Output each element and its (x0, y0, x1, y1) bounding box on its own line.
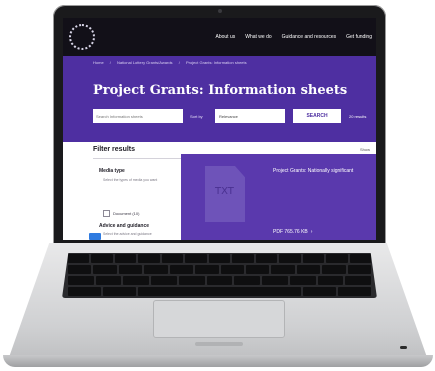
facet-option-label: Document (10) (113, 211, 140, 216)
hero-banner: Home / National Lottery Grants/Awards / … (63, 56, 376, 142)
nav-item-guidance[interactable]: Guidance and resources (282, 34, 336, 40)
chevron-icon: › (310, 229, 313, 235)
facet-note: Select the types of media you want (103, 178, 158, 182)
facet-option[interactable]: Document (10) (103, 210, 139, 217)
nav-item-about[interactable]: About us (216, 34, 236, 40)
breadcrumb-sep: / (109, 60, 111, 65)
camera (218, 9, 222, 13)
search-input[interactable] (93, 109, 183, 123)
page-title: Project Grants: Information sheets (93, 83, 348, 98)
breadcrumb-current: Project Grants: Information sheets (185, 60, 247, 65)
power-indicator (400, 346, 407, 349)
facet-advice[interactable]: Advice and guidance (99, 223, 149, 229)
sort-select[interactable]: Relevance (215, 109, 285, 123)
breadcrumb-home[interactable]: Home (93, 60, 104, 65)
nav-item-funding[interactable]: Get funding (346, 34, 372, 40)
breadcrumb-sep: / (178, 60, 180, 65)
result-title[interactable]: Project Grants: Nationally significant (273, 168, 353, 174)
site-header: About us What we do Guidance and resourc… (63, 18, 376, 56)
filter-toggle[interactable]: Show (360, 147, 370, 152)
laptop-screen: About us What we do Guidance and resourc… (63, 18, 376, 240)
sort-value: Relevance (219, 113, 238, 119)
keyboard (62, 253, 377, 298)
result-file-info: PDF 765.76 KB (273, 229, 308, 235)
document-type-label: TXT (215, 186, 234, 197)
main-nav: About us What we do Guidance and resourc… (216, 34, 373, 40)
checkbox[interactable] (103, 210, 110, 217)
laptop-base-front (3, 355, 433, 367)
breadcrumb: Home / National Lottery Grants/Awards / … (93, 60, 252, 65)
logo-icon[interactable] (69, 24, 95, 50)
per-page-label[interactable]: 20 results (349, 114, 366, 119)
trackpad (153, 300, 285, 338)
lid-notch (195, 342, 243, 346)
search-button[interactable]: SEARCH (293, 109, 341, 123)
nav-item-what-we-do[interactable]: What we do (245, 34, 271, 40)
facet-note: Select the advice and guidance (103, 232, 152, 236)
sort-label: Sort by (190, 114, 203, 119)
result-meta: PDF 765.76 KB › (273, 229, 312, 235)
breadcrumb-grants[interactable]: National Lottery Grants/Awards (117, 60, 173, 65)
filter-title: Filter results (93, 146, 136, 153)
facet-media-type[interactable]: Media type (99, 168, 125, 174)
badge (89, 233, 101, 240)
